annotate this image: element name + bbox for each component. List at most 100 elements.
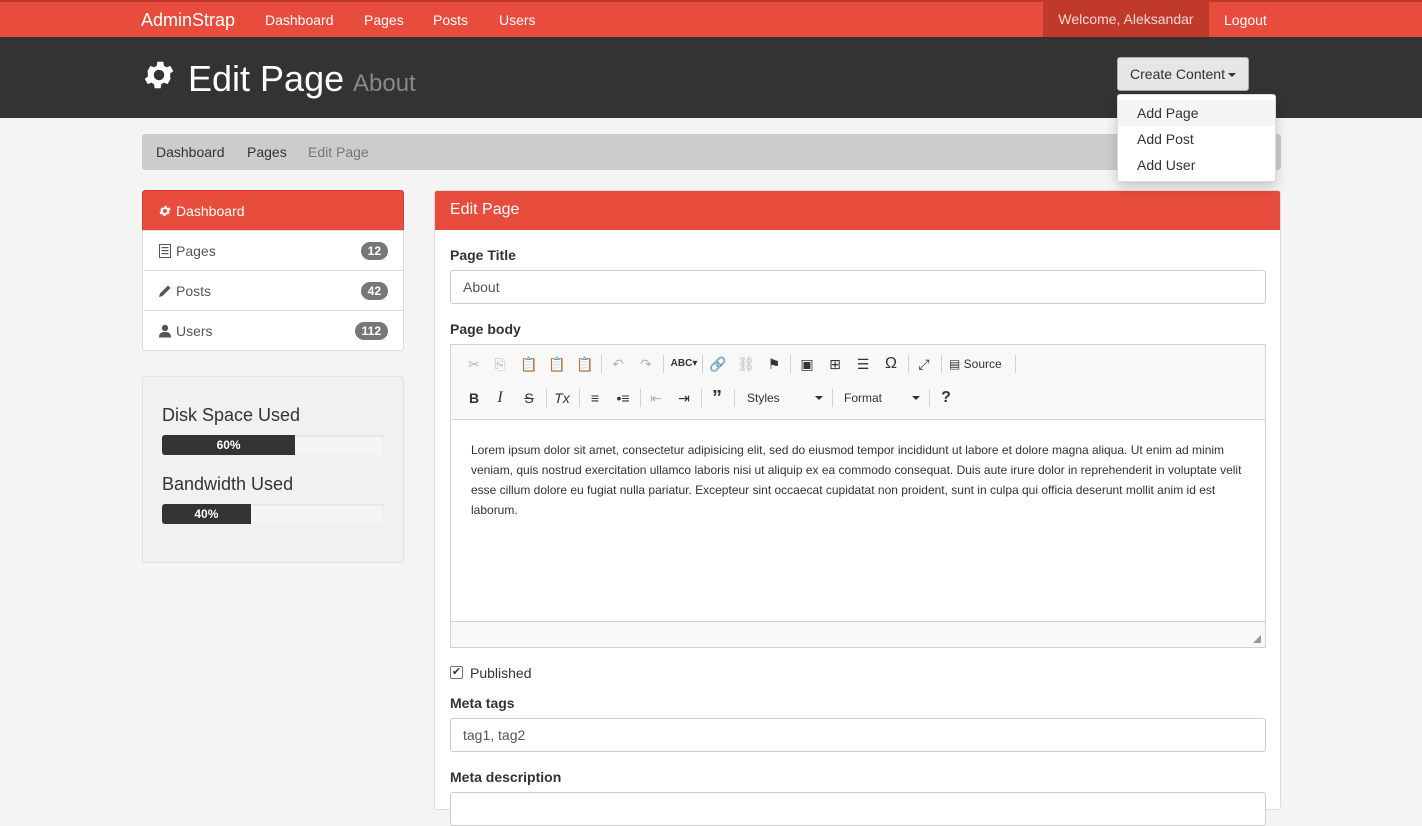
- posts-count-badge: 42: [360, 282, 388, 300]
- bandwidth-progress: 40%: [162, 504, 384, 524]
- nav-dashboard[interactable]: Dashboard: [265, 12, 334, 28]
- disk-space-progress: 60%: [162, 435, 384, 455]
- pages-count-badge: 12: [360, 242, 388, 260]
- bandwidth-heading: Bandwidth Used: [162, 474, 294, 494]
- create-content-label: Create Content: [1130, 66, 1225, 82]
- unlink-icon[interactable]: ⛓: [735, 353, 757, 375]
- welcome-user[interactable]: Welcome, Aleksandar: [1043, 2, 1209, 37]
- format-select[interactable]: Format: [844, 387, 920, 409]
- toolbar-separator: [546, 389, 547, 407]
- sidebar-item-pages[interactable]: Pages 12: [142, 230, 404, 271]
- toolbar-separator: [701, 389, 702, 407]
- sidebar-item-posts[interactable]: Posts 42: [142, 270, 404, 311]
- source-doc-icon: ▤: [949, 357, 964, 371]
- anchor-flag-icon[interactable]: ⚑: [763, 353, 785, 375]
- meta-tags-label: Meta tags: [450, 695, 515, 711]
- image-icon[interactable]: ▣: [796, 353, 818, 375]
- toolbar-separator: [702, 355, 703, 373]
- chevron-down-icon: [815, 396, 823, 400]
- outdent-icon[interactable]: ⇤: [645, 387, 667, 409]
- special-char-icon[interactable]: Ω: [880, 353, 902, 375]
- caret-down-icon: [1227, 73, 1236, 78]
- spellcheck-icon[interactable]: ABC▾: [670, 353, 698, 375]
- sidebar-item-label: Dashboard: [176, 203, 245, 219]
- create-content-button[interactable]: Create Content: [1117, 57, 1249, 91]
- paste-text-icon[interactable]: 📋: [546, 353, 568, 375]
- logout-link[interactable]: Logout: [1224, 12, 1267, 28]
- disk-space-heading: Disk Space Used: [162, 405, 301, 425]
- italic-icon[interactable]: I: [489, 387, 511, 409]
- users-count-badge: 112: [354, 322, 388, 340]
- top-navbar: AdminStrap Dashboard Pages Posts Users W…: [0, 0, 1422, 37]
- redo-icon[interactable]: ↷: [635, 353, 657, 375]
- page-title-label: Page Title: [450, 247, 516, 263]
- toolbar-separator: [579, 389, 580, 407]
- toolbar-separator: [929, 389, 930, 407]
- nav-posts[interactable]: Posts: [433, 12, 468, 28]
- sidebar-item-label: Posts: [176, 283, 212, 299]
- meta-description-label: Meta description: [450, 769, 562, 785]
- copy-icon[interactable]: ⎘: [489, 353, 511, 375]
- pencil-icon: [159, 285, 171, 297]
- toolbar-separator: [663, 355, 664, 373]
- bold-icon[interactable]: B: [463, 387, 485, 409]
- editor-content[interactable]: Lorem ipsum dolor sit amet, consectetur …: [471, 440, 1247, 520]
- nav-users[interactable]: Users: [499, 12, 536, 28]
- toolbar-separator: [908, 355, 909, 373]
- page-title-input[interactable]: About: [450, 270, 1266, 304]
- indent-icon[interactable]: ⇥: [673, 387, 695, 409]
- blockquote-icon[interactable]: ”: [706, 387, 728, 409]
- paste-word-icon[interactable]: 📋: [574, 353, 596, 375]
- table-icon[interactable]: ⊞: [824, 353, 846, 375]
- numbered-list-icon[interactable]: ≡: [584, 387, 606, 409]
- format-label: Format: [844, 391, 883, 405]
- source-label: Source: [963, 357, 1002, 371]
- toolbar-separator: [1015, 355, 1016, 373]
- sidebar-item-dashboard[interactable]: Dashboard: [142, 190, 404, 231]
- breadcrumb-dashboard[interactable]: Dashboard: [156, 144, 225, 160]
- add-post-item[interactable]: Add Post: [1118, 126, 1275, 152]
- meta-description-input[interactable]: [450, 792, 1266, 826]
- list-icon: [159, 244, 171, 258]
- editor-toolbar: ✂ ⎘ 📋 📋 📋 ↶ ↷ ABC▾ 🔗 ⛓ ⚑ ▣ ⊞ ☰ Ω ⤢ ▤ Sou…: [451, 345, 1265, 420]
- add-user-item[interactable]: Add User: [1118, 152, 1275, 178]
- styles-select[interactable]: Styles: [747, 387, 823, 409]
- usage-stats: Disk Space Used 60% Bandwidth Used 40%: [142, 376, 404, 563]
- disk-space-progress-bar: 60%: [162, 435, 296, 455]
- chevron-down-icon: [912, 396, 920, 400]
- nav-pages[interactable]: Pages: [364, 12, 404, 28]
- sidebar-item-users[interactable]: Users 112: [142, 310, 404, 351]
- create-content-dropdown: Add Page Add Post Add User: [1117, 94, 1276, 182]
- remove-format-icon[interactable]: Tx: [551, 387, 573, 409]
- user-icon: [159, 324, 171, 338]
- published-checkbox[interactable]: ✔: [450, 666, 463, 679]
- brand-link[interactable]: AdminStrap: [141, 10, 235, 31]
- maximize-icon[interactable]: ⤢: [913, 353, 935, 375]
- link-icon[interactable]: 🔗: [707, 353, 729, 375]
- checkmark-icon: ✔: [451, 666, 462, 678]
- panel-title: Edit Page: [435, 191, 1280, 230]
- help-icon[interactable]: ?: [935, 387, 957, 409]
- toolbar-separator: [640, 389, 641, 407]
- cut-icon[interactable]: ✂: [463, 353, 485, 375]
- editor-footer: [451, 621, 1265, 647]
- toolbar-separator: [601, 355, 602, 373]
- meta-tags-input[interactable]: tag1, tag2: [450, 718, 1266, 752]
- sidebar-item-label: Pages: [176, 243, 216, 259]
- source-button[interactable]: ▤ Source: [949, 353, 1002, 375]
- breadcrumb-pages[interactable]: Pages: [247, 144, 287, 160]
- resize-handle-icon[interactable]: [1253, 635, 1261, 643]
- undo-icon[interactable]: ↶: [607, 353, 629, 375]
- paste-icon[interactable]: 📋: [518, 353, 540, 375]
- bulleted-list-icon[interactable]: •≡: [612, 387, 634, 409]
- bandwidth-progress-bar: 40%: [162, 504, 251, 524]
- sidebar: Dashboard Pages 12 Posts 42 Users 112: [142, 190, 404, 351]
- sidebar-item-label: Users: [176, 323, 213, 339]
- horizontal-line-icon[interactable]: ☰: [852, 353, 874, 375]
- add-page-item[interactable]: Add Page: [1118, 100, 1275, 126]
- edit-page-panel: Edit Page Page Title About Page body ✂ ⎘…: [434, 190, 1281, 826]
- strikethrough-icon[interactable]: S: [518, 387, 540, 409]
- gear-icon: [144, 61, 174, 89]
- toolbar-separator: [734, 389, 735, 407]
- gear-icon: [159, 205, 171, 217]
